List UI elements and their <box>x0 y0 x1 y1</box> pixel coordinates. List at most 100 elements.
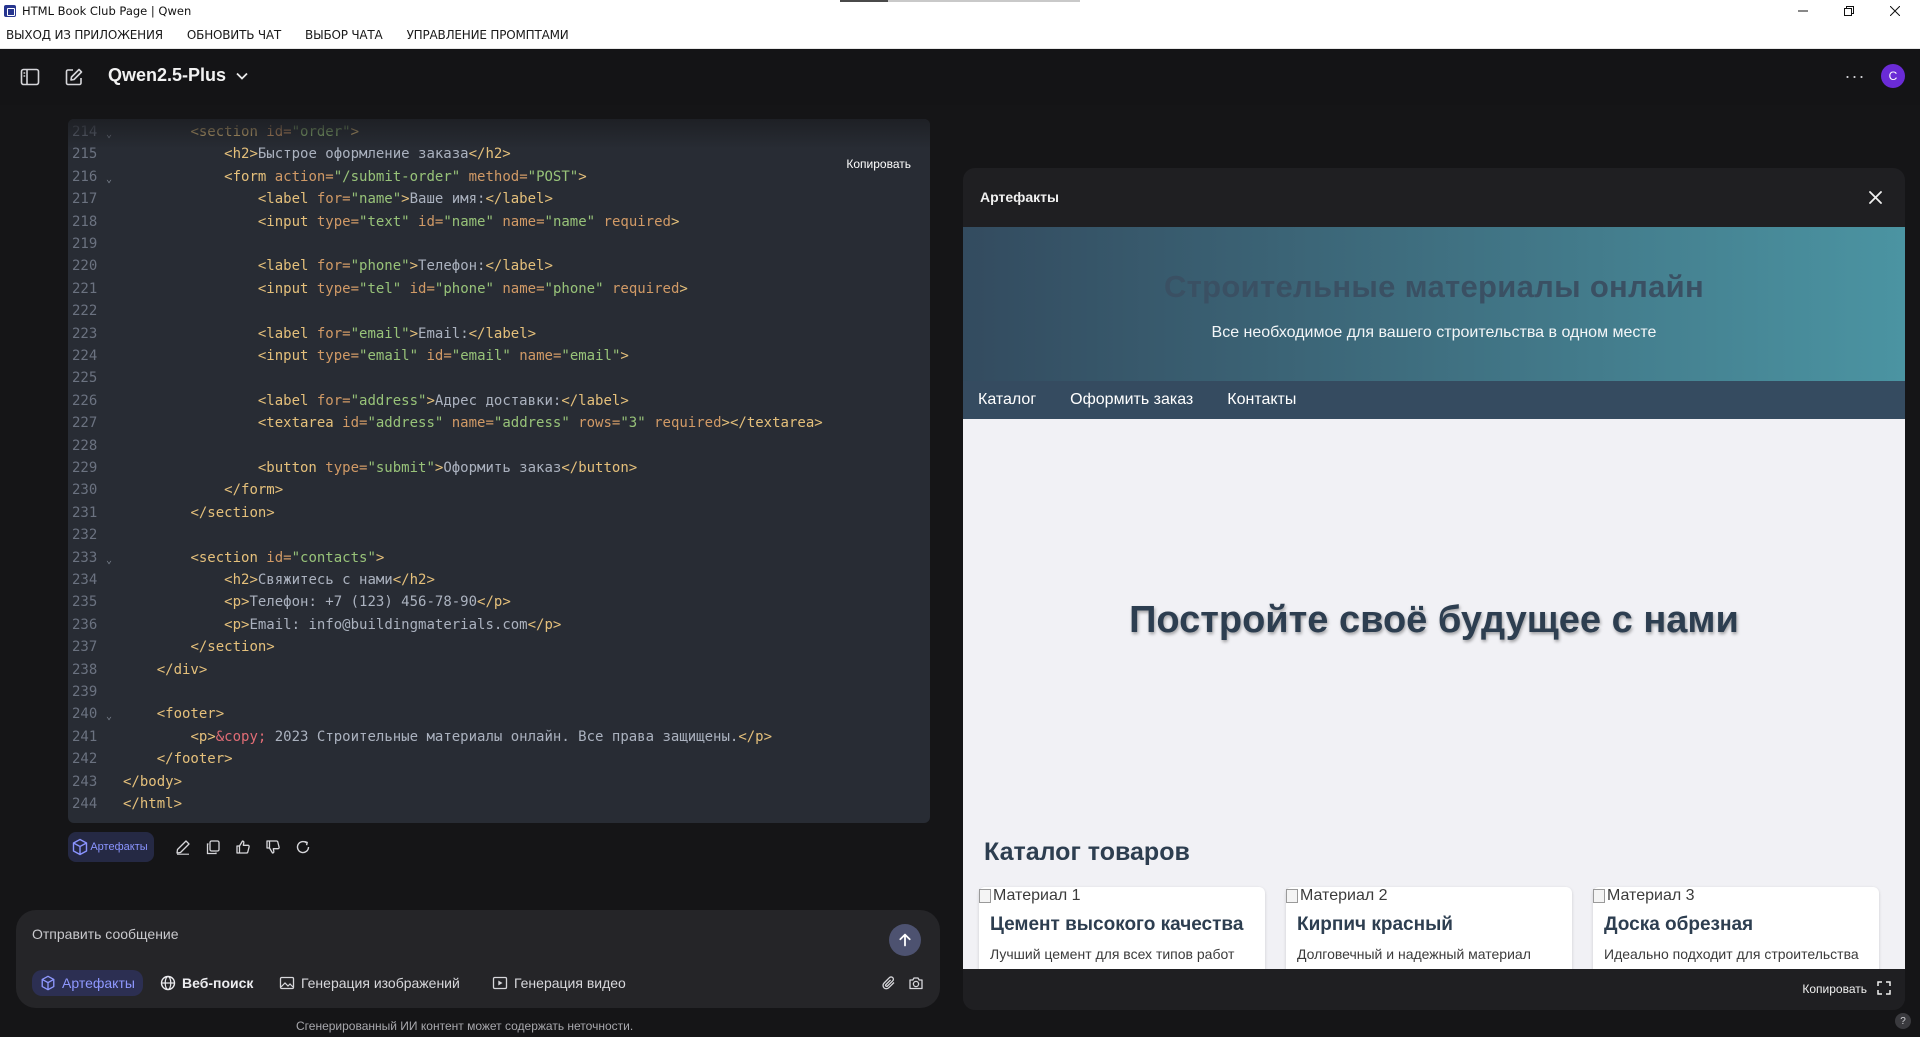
artifact-copy-button[interactable]: Копировать <box>1802 982 1867 996</box>
tool-video-generation[interactable]: Генерация видео <box>484 970 634 996</box>
preview-nav-catalog[interactable]: Каталог <box>978 391 1036 409</box>
product-card[interactable]: Материал 2 Кирпич красный Долговечный и … <box>1286 887 1572 969</box>
artifacts-panel: Артефакты Строительные материалы онлайн … <box>963 168 1905 1010</box>
message-input[interactable]: Отправить сообщение <box>32 926 179 942</box>
code-token: > <box>409 258 419 275</box>
code-text: <input type="tel" id="phone" name="phone… <box>123 278 688 300</box>
artifacts-chip[interactable]: Артефакты <box>68 832 154 862</box>
copy-icon[interactable] <box>202 836 224 858</box>
tool-image-generation[interactable]: Генерация изображений <box>271 970 468 996</box>
send-button[interactable] <box>889 924 921 956</box>
product-image-alt: Материал 1 <box>993 887 1081 904</box>
code-token: </div> <box>156 661 208 678</box>
code-text: <h2>Быстрое оформление заказа</h2> <box>123 143 511 165</box>
code-token: </p> <box>477 594 511 611</box>
tool-artifacts[interactable]: Артефакты <box>32 970 143 996</box>
attach-icon[interactable] <box>878 972 900 994</box>
edit-icon[interactable] <box>172 836 194 858</box>
close-icon[interactable] <box>1872 0 1918 22</box>
code-token: <input <box>257 348 317 364</box>
code-token: </label> <box>485 191 553 208</box>
code-line: 233 ⌄ <section id="contacts"> <box>68 547 930 569</box>
line-number: 217 <box>72 191 98 208</box>
code-token: <form <box>224 168 275 185</box>
line-number: 229 <box>72 460 98 476</box>
code-token: Оформить заказ <box>443 460 562 476</box>
code-line: 229 <button type="submit">Оформить заказ… <box>68 457 930 479</box>
code-line: 220 <label for="phone">Телефон:</label> <box>68 255 930 277</box>
line-number: 234 <box>72 572 98 588</box>
help-button[interactable]: ? <box>1895 1013 1911 1029</box>
avatar[interactable]: C <box>1881 64 1905 88</box>
tool-web-search[interactable]: Веб-поиск <box>152 970 261 996</box>
more-icon[interactable]: ··· <box>1840 61 1870 91</box>
thumbs-down-icon[interactable] <box>262 836 284 858</box>
code-token: </label> <box>485 258 553 275</box>
code-text: <h2>Свяжитесь с нами</h2> <box>123 569 435 591</box>
code-token: <label <box>257 258 317 275</box>
code-token: "email" <box>451 348 511 364</box>
broken-image-icon <box>1286 889 1298 903</box>
line-number: 216 <box>72 168 98 185</box>
expand-icon[interactable] <box>1877 981 1893 997</box>
artifact-preview: Строительные материалы онлайн Все необхо… <box>963 227 1905 969</box>
copy-code-button[interactable]: Копировать <box>843 156 914 172</box>
minimize-icon[interactable] <box>1780 0 1826 22</box>
preview-nav: Каталог Оформить заказ Контакты <box>963 381 1905 419</box>
menu-manage-prompts[interactable]: УПРАВЛЕНИЕ ПРОМПТАМИ <box>407 28 569 42</box>
code-text: <section id="order"> <box>123 121 359 143</box>
line-number: 237 <box>72 639 98 656</box>
code-token: </label> <box>561 392 629 409</box>
camera-icon[interactable] <box>905 972 927 994</box>
code-token: > <box>620 348 629 364</box>
code-text: <p>Email: info@buildingmaterials.com</p> <box>123 614 561 636</box>
new-chat-icon[interactable] <box>60 63 88 91</box>
product-card[interactable]: Материал 1 Цемент высокого качества Лучш… <box>979 887 1265 969</box>
menu-select-chat[interactable]: ВЫБОР ЧАТА <box>305 28 383 42</box>
preview-nav-contacts[interactable]: Контакты <box>1227 391 1296 409</box>
code-token: > <box>401 191 410 208</box>
menu-refresh-chat[interactable]: ОБНОВИТЬ ЧАТ <box>187 28 281 42</box>
code-line: 228 <box>68 435 930 457</box>
code-text: </section> <box>123 502 275 524</box>
code-token: Телефон: +7 (123) 456-78-90 <box>249 594 478 611</box>
code-line: 224 <input type="email" id="email" name=… <box>68 345 930 367</box>
send-arrow-icon <box>899 933 911 947</box>
code-text: </div> <box>123 659 208 681</box>
model-selector[interactable]: Qwen2.5-Plus <box>108 65 248 86</box>
code-line: 231 </section> <box>68 502 930 524</box>
code-token: "order" <box>291 124 351 140</box>
restore-icon[interactable] <box>1826 0 1872 22</box>
menu-exit-app[interactable]: ВЫХОД ИЗ ПРИЛОЖЕНИЯ <box>6 28 163 42</box>
line-number: 223 <box>72 325 98 342</box>
code-token: for= <box>316 325 351 342</box>
code-line: 234 <h2>Свяжитесь с нами</h2> <box>68 569 930 591</box>
app-menubar: ВЫХОД ИЗ ПРИЛОЖЕНИЯ ОБНОВИТЬ ЧАТ ВЫБОР Ч… <box>0 22 1920 49</box>
code-token: type= <box>316 348 360 364</box>
close-icon[interactable] <box>1865 187 1885 207</box>
regenerate-icon[interactable] <box>292 836 314 858</box>
sidebar-toggle-icon[interactable] <box>16 63 44 91</box>
code-token: <section <box>190 549 267 566</box>
code-token: <p> <box>224 616 250 633</box>
code-token: ></textarea> <box>721 415 823 432</box>
line-number: 219 <box>72 236 98 252</box>
product-name: Цемент высокого качества <box>990 914 1244 935</box>
code-token: <label <box>257 325 317 342</box>
broken-image: Материал 1 <box>979 887 1081 905</box>
code-line: 235 <p>Телефон: +7 (123) 456-78-90</p> <box>68 591 930 613</box>
code-line: 214 ⌄ <section id="order"> <box>68 121 930 143</box>
preview-nav-order[interactable]: Оформить заказ <box>1070 391 1193 409</box>
code-token: Быстрое оформление заказа <box>257 146 469 163</box>
product-card[interactable]: Материал 3 Доска обрезная Идеально подхо… <box>1593 887 1879 969</box>
thumbs-up-icon[interactable] <box>232 836 254 858</box>
code-text: <label for="name">Ваше имя:</label> <box>123 188 553 210</box>
code-text: </section> <box>123 636 274 658</box>
code-token: </section> <box>190 504 275 521</box>
code-token: id= <box>409 280 435 297</box>
